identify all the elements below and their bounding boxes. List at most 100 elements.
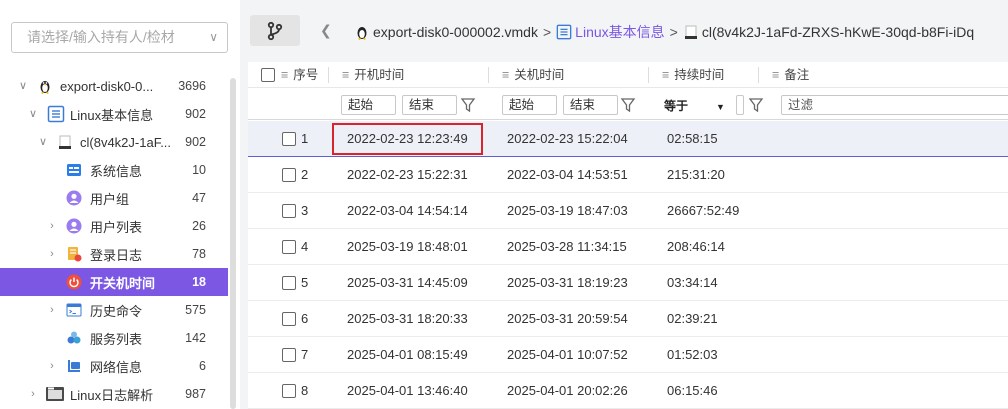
tree-node-count: 18 bbox=[192, 275, 206, 289]
tree-node-system-info[interactable]: 系统信息 10 bbox=[0, 156, 228, 184]
column-header-note[interactable]: ≡ 备注 bbox=[772, 62, 809, 88]
shutdown-end-filter[interactable]: 结束 bbox=[563, 95, 618, 115]
select-all-checkbox[interactable] bbox=[261, 68, 275, 82]
expand-arrow-icon[interactable]: › bbox=[46, 352, 58, 380]
column-divider bbox=[648, 67, 649, 83]
disk-icon bbox=[684, 25, 697, 39]
row-number: 8 bbox=[301, 383, 309, 398]
row-number: 4 bbox=[301, 239, 309, 254]
branch-button[interactable] bbox=[250, 15, 300, 46]
shutdown-time-cell: 2025-03-31 20:59:54 bbox=[507, 311, 628, 326]
shutdown-start-filter[interactable]: 起始 bbox=[502, 95, 557, 115]
tree-node-user-group[interactable]: 用户组 47 bbox=[0, 184, 228, 212]
duration-operator-select[interactable]: 等于 ▼ bbox=[664, 96, 725, 116]
row-checkbox[interactable] bbox=[282, 348, 296, 362]
tree-node-count: 78 bbox=[192, 247, 206, 261]
row-number: 5 bbox=[301, 275, 309, 290]
table-row[interactable]: 4 2025-03-19 18:48:01 2025-03-28 11:34:1… bbox=[248, 229, 1008, 265]
branch-icon bbox=[267, 21, 283, 41]
table-row[interactable]: 2 2022-02-23 15:22:31 2022-03-04 14:53:5… bbox=[248, 157, 1008, 193]
tree-node-count: 26 bbox=[192, 219, 206, 233]
chevron-down-icon[interactable]: ∨ bbox=[209, 23, 218, 52]
filter-icon[interactable] bbox=[620, 96, 636, 114]
note-filter[interactable]: 过滤 bbox=[781, 95, 1008, 115]
tree-node-user-list[interactable]: › 用户列表 26 bbox=[0, 212, 228, 240]
tree-node-count: 47 bbox=[192, 191, 206, 205]
owner-select-placeholder: 请选择/输入持有人/检材 bbox=[27, 29, 175, 45]
column-header-shutdown[interactable]: ≡ 关机时间 bbox=[502, 62, 564, 88]
tree-node-network-info[interactable]: › 网络信息 6 bbox=[0, 352, 228, 380]
column-header-boot[interactable]: ≡ 开机时间 bbox=[342, 62, 404, 88]
breadcrumb-separator: > bbox=[669, 24, 678, 40]
user-group-icon bbox=[66, 190, 82, 206]
boot-time-cell: 2025-03-19 18:48:01 bbox=[347, 239, 468, 254]
breadcrumb-volume[interactable]: cl(8v4k2J-1aFd-ZRXS-hKwE-30qd-b8Fi-iDq bbox=[702, 24, 974, 40]
boot-start-filter[interactable]: 起始 bbox=[341, 95, 396, 115]
row-checkbox[interactable] bbox=[282, 312, 296, 326]
column-header-label: 关机时间 bbox=[514, 68, 565, 82]
boot-time-cell: 2025-04-01 13:46:40 bbox=[347, 383, 468, 398]
boot-end-filter[interactable]: 结束 bbox=[402, 95, 457, 115]
sidebar-scrollbar[interactable] bbox=[230, 78, 236, 409]
tree-node-label: 服务列表 bbox=[90, 331, 143, 347]
row-checkbox[interactable] bbox=[282, 132, 296, 146]
column-header-no[interactable]: ≡ 序号 bbox=[281, 62, 318, 88]
expand-arrow-icon[interactable]: › bbox=[46, 296, 58, 324]
breadcrumb-linux-basic-info[interactable]: Linux基本信息 bbox=[575, 22, 664, 42]
tree-node-count: 902 bbox=[185, 135, 206, 149]
sidebar: 请选择/输入持有人/检材 ∨ ∨ export-disk0-0... 3696 … bbox=[0, 0, 240, 409]
tree-node-linux-log-parse[interactable]: › Linux日志解析 987 bbox=[0, 380, 228, 408]
collapse-arrow-icon[interactable]: ∨ bbox=[17, 72, 29, 100]
tree-node-login-log[interactable]: › 登录日志 78 bbox=[0, 240, 228, 268]
user-list-icon bbox=[66, 218, 82, 234]
tree-node-label: Linux基本信息 bbox=[70, 107, 154, 123]
filter-icon[interactable] bbox=[460, 96, 476, 114]
column-header-label: 持续时间 bbox=[674, 68, 725, 82]
tree-node-count: 142 bbox=[185, 331, 206, 345]
tree-node-count: 10 bbox=[192, 163, 206, 177]
tree-node-label: 历史命令 bbox=[90, 303, 143, 319]
tree-node-linux-basic-info[interactable]: ∨ Linux基本信息 902 bbox=[0, 100, 228, 128]
column-header-duration[interactable]: ≡ 持续时间 bbox=[662, 62, 724, 88]
expand-arrow-icon[interactable]: › bbox=[46, 212, 58, 240]
shutdown-time-cell: 2025-03-19 18:47:03 bbox=[507, 203, 628, 218]
tree-node-count: 902 bbox=[185, 107, 206, 121]
row-checkbox[interactable] bbox=[282, 168, 296, 182]
tree-node-disk[interactable]: ∨ export-disk0-0... 3696 bbox=[0, 72, 228, 100]
top-bar: ❮ export-disk0-000002.vmdk > Linux基本信息 >… bbox=[240, 0, 1008, 62]
expand-arrow-icon[interactable]: › bbox=[27, 380, 39, 408]
tree-node-history-cmd[interactable]: › 历史命令 575 bbox=[0, 296, 228, 324]
table-row[interactable]: 8 2025-04-01 13:46:40 2025-04-01 20:02:2… bbox=[248, 373, 1008, 409]
column-header-label: 序号 bbox=[293, 68, 319, 82]
tree-node-label: cl(8v4k2J-1aF... bbox=[80, 134, 172, 150]
shutdown-time-cell: 2022-02-23 15:22:04 bbox=[507, 131, 628, 146]
table-row[interactable]: 7 2025-04-01 08:15:49 2025-04-01 10:07:5… bbox=[248, 337, 1008, 373]
tree-node-volume[interactable]: ∨ cl(8v4k2J-1aF... 902 bbox=[0, 128, 228, 156]
tree-node-power-time[interactable]: 开关机时间 18 bbox=[0, 268, 228, 296]
tree-node-service-list[interactable]: 服务列表 142 bbox=[0, 324, 228, 352]
tree-node-label: 系统信息 bbox=[90, 163, 143, 179]
filter-icon[interactable] bbox=[748, 96, 764, 114]
row-number: 2 bbox=[301, 167, 309, 182]
breadcrumb-disk[interactable]: export-disk0-000002.vmdk bbox=[373, 24, 538, 40]
back-arrow-icon[interactable]: ❮ bbox=[320, 22, 332, 39]
boot-time-cell: 2022-02-23 15:22:31 bbox=[347, 167, 468, 182]
table-row[interactable]: 6 2025-03-31 18:20:33 2025-03-31 20:59:5… bbox=[248, 301, 1008, 337]
expand-arrow-icon[interactable]: › bbox=[46, 240, 58, 268]
tree-node-label: 开关机时间 bbox=[90, 275, 156, 291]
breadcrumb: export-disk0-000002.vmdk > Linux基本信息 > c… bbox=[354, 22, 974, 42]
table-row[interactable]: 3 2022-03-04 14:54:14 2025-03-19 18:47:0… bbox=[248, 193, 1008, 229]
row-checkbox[interactable] bbox=[282, 276, 296, 290]
column-menu-icon: ≡ bbox=[772, 68, 780, 82]
collapse-arrow-icon[interactable]: ∨ bbox=[27, 100, 39, 128]
duration-cell: 02:39:21 bbox=[667, 311, 718, 326]
table-row[interactable]: 5 2025-03-31 14:45:09 2025-03-31 18:19:2… bbox=[248, 265, 1008, 301]
owner-select[interactable]: 请选择/输入持有人/检材 ∨ bbox=[11, 22, 228, 53]
collapse-arrow-icon[interactable]: ∨ bbox=[37, 128, 49, 156]
row-checkbox[interactable] bbox=[282, 204, 296, 218]
column-header-label: 开机时间 bbox=[354, 68, 405, 82]
tree-node-label: 用户列表 bbox=[90, 219, 143, 235]
duration-value-filter[interactable] bbox=[736, 95, 744, 115]
row-checkbox[interactable] bbox=[282, 240, 296, 254]
row-checkbox[interactable] bbox=[282, 384, 296, 398]
